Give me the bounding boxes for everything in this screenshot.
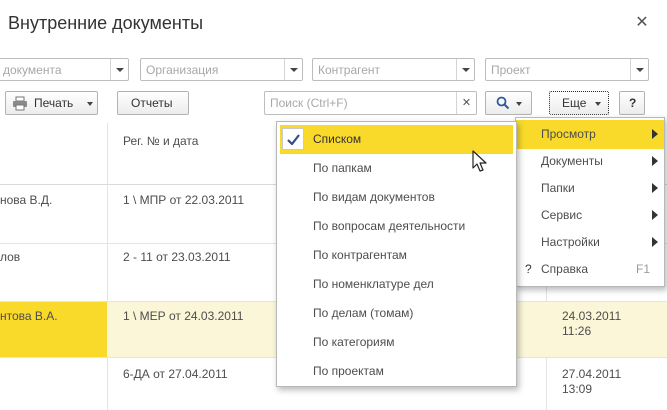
chevron-down-icon (595, 102, 601, 106)
reports-label: Отчеты (131, 96, 173, 110)
menu-item-label: Справка (541, 262, 589, 276)
chevron-down-icon (87, 102, 93, 106)
menu-item-label: По номенклатуре дел (313, 277, 434, 291)
table-cell-time[interactable]: 11:26 (562, 324, 591, 338)
menu-item-folders[interactable]: Папки (516, 174, 664, 203)
counterparty-placeholder: Контрагент (318, 63, 381, 77)
chevron-right-icon (652, 183, 658, 193)
table-cell-date[interactable]: 27.04.2011 (562, 367, 621, 381)
close-icon[interactable]: ✕ (634, 12, 650, 31)
table-cell-reg[interactable]: 1 \ МПР от 22.03.2011 (123, 193, 244, 207)
menu-item-label: По контрагентам (313, 248, 407, 262)
help-label: ? (629, 96, 637, 110)
column-divider (107, 123, 108, 410)
project-filter[interactable]: Проект (485, 58, 649, 81)
view-option-counterparties[interactable]: По контрагентам (277, 241, 516, 270)
clear-icon[interactable]: ✕ (456, 92, 476, 114)
table-cell-time[interactable]: 13:09 (562, 382, 592, 396)
menu-item-view[interactable]: Просмотр (516, 120, 664, 149)
view-option-doc-types[interactable]: По видам документов (277, 183, 516, 212)
project-placeholder: Проект (491, 63, 531, 77)
help-icon: ? (525, 262, 532, 276)
more-menu: Просмотр Документы Папки Сервис Настройк… (515, 117, 665, 287)
table-cell-author[interactable]: лов (0, 250, 20, 264)
search-icon (496, 96, 510, 110)
menu-item-label: Просмотр (541, 127, 596, 141)
view-option-projects[interactable]: По проектам (277, 357, 516, 386)
dropdown-arrow-icon[interactable] (630, 59, 648, 80)
menu-item-service[interactable]: Сервис (516, 201, 664, 230)
chevron-right-icon (652, 237, 658, 247)
print-label: Печать (34, 96, 74, 110)
table-cell-reg[interactable]: 1 \ МЕР от 24.03.2011 (123, 309, 243, 323)
document-type-filter[interactable]: документа (0, 58, 129, 81)
table-cell-reg[interactable]: 6-ДА от 27.04.2011 (123, 367, 228, 381)
more-button[interactable]: Еще (549, 91, 609, 115)
table-cell-author[interactable]: нтова В.А. (0, 309, 58, 323)
organization-filter[interactable]: Организация (140, 58, 303, 81)
menu-item-label: Папки (541, 181, 575, 195)
view-option-categories[interactable]: По категориям (277, 328, 516, 357)
column-header-reg: Рег. № и дата (123, 134, 199, 148)
reports-button[interactable]: Отчеты (117, 91, 189, 115)
menu-item-label: По вопросам деятельности (313, 219, 466, 233)
menu-item-label: По категориям (313, 335, 395, 349)
menu-item-label: По делам (томам) (313, 306, 414, 320)
view-option-cases[interactable]: По делам (томам) (277, 299, 516, 328)
menu-item-label: По видам документов (313, 190, 435, 204)
menu-item-label: Документы (541, 154, 603, 168)
view-option-activity-issues[interactable]: По вопросам деятельности (277, 212, 516, 241)
dropdown-arrow-icon[interactable] (456, 59, 474, 80)
view-option-case-nomenclature[interactable]: По номенклатуре дел (277, 270, 516, 299)
document-type-placeholder: документа (3, 63, 62, 77)
menu-item-documents[interactable]: Документы (516, 147, 664, 176)
window-title: Внутренние документы (8, 13, 204, 33)
checkmark-icon (282, 128, 304, 150)
search-button[interactable] (485, 91, 532, 115)
chevron-down-icon (516, 102, 522, 106)
search-placeholder: Поиск (Ctrl+F) (270, 96, 348, 110)
help-button[interactable]: ? (619, 91, 645, 115)
menu-item-help[interactable]: ? Справка F1 (516, 255, 664, 284)
menu-item-label: Списком (313, 132, 362, 146)
table-cell-author[interactable]: нова В.Д. (0, 193, 52, 207)
table-cell-date[interactable]: 24.03.2011 (562, 309, 621, 323)
menu-item-label: Настройки (541, 235, 600, 249)
dropdown-arrow-icon[interactable] (284, 59, 302, 80)
more-label: Еще (562, 96, 587, 110)
chevron-right-icon (652, 129, 658, 139)
print-button[interactable]: Печать (5, 91, 98, 115)
menu-item-label: Сервис (541, 208, 583, 222)
dropdown-arrow-icon[interactable] (110, 59, 128, 80)
chevron-right-icon (652, 156, 658, 166)
search-input[interactable]: Поиск (Ctrl+F) ✕ (264, 91, 477, 115)
printer-icon (13, 96, 27, 111)
organization-placeholder: Организация (146, 63, 219, 77)
chevron-right-icon (652, 210, 658, 220)
menu-item-settings[interactable]: Настройки (516, 228, 664, 257)
shortcut-label: F1 (635, 262, 650, 276)
mouse-cursor-icon (472, 150, 487, 172)
menu-item-label: По проектам (313, 364, 384, 378)
counterparty-filter[interactable]: Контрагент (312, 58, 475, 81)
table-cell-reg[interactable]: 2 - 11 от 23.03.2011 (123, 250, 231, 264)
menu-item-label: По папкам (313, 161, 372, 175)
